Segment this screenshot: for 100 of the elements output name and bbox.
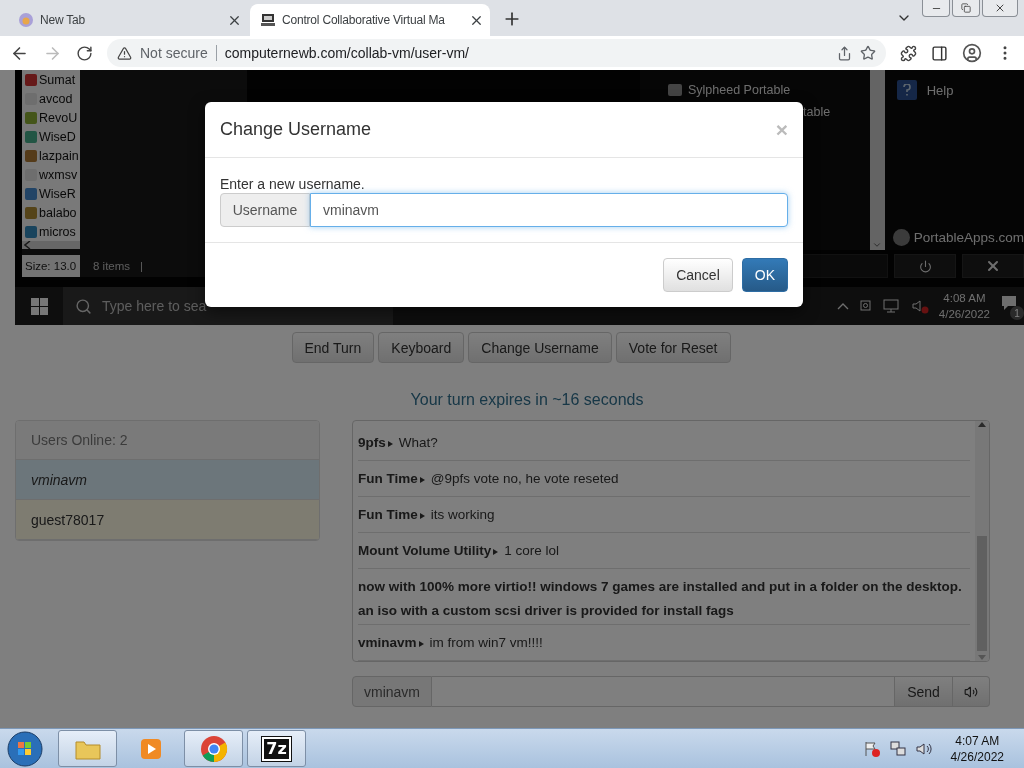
file-name[interactable]: avcod — [39, 91, 73, 106]
vertical-scrollbar[interactable] — [870, 70, 885, 250]
send-button[interactable]: Send — [894, 676, 953, 707]
muted-speaker-icon[interactable] — [910, 298, 929, 314]
taskbar-button[interactable]: 7z — [247, 730, 306, 767]
file-name[interactable]: lazpain — [39, 148, 79, 163]
sound-button[interactable] — [953, 676, 990, 707]
status-items: 8 items — [93, 260, 131, 272]
dialog-button[interactable]: Cancel — [663, 258, 733, 292]
chat-username: 9pfs — [358, 435, 386, 450]
close-icon — [985, 258, 1001, 274]
chat-message: its working — [430, 507, 495, 522]
file-name[interactable]: wxmsv — [39, 167, 78, 182]
power-icon — [918, 259, 932, 273]
share-icon[interactable] — [837, 45, 852, 61]
file-name[interactable]: micros — [39, 224, 76, 239]
flag-icon[interactable] — [862, 739, 881, 758]
close-icon — [994, 2, 1006, 14]
restore-button[interactable] — [952, 0, 980, 17]
users-online-header: Users Online: 2 — [16, 421, 319, 460]
portableapps-brand: PortableApps.com — [913, 230, 1024, 245]
reload-icon[interactable] — [76, 44, 93, 62]
triangle-icon — [419, 477, 425, 483]
bookmark-star-icon[interactable] — [860, 45, 876, 61]
profile-icon[interactable] — [962, 43, 982, 63]
app-name[interactable]: Sylpheed Portable — [688, 82, 791, 97]
chrome-icon — [199, 734, 228, 763]
file-name[interactable]: Sumat — [39, 72, 76, 87]
file-icon — [25, 73, 37, 86]
dialog-button[interactable]: OK — [741, 258, 788, 292]
triangle-icon — [387, 441, 393, 447]
play-icon — [138, 736, 163, 761]
file-name[interactable]: balabo — [39, 205, 77, 220]
dialog-prompt: Enter a new username. — [220, 176, 366, 193]
control-button[interactable]: Vote for Reset — [615, 332, 731, 363]
file-icon — [25, 149, 37, 162]
chat-username: Mount Volume Utility — [358, 543, 492, 558]
chat-notice: now with 100% more virtio!! windows 7 games are installed and put in a folder on the desktop. an iso with a custom scsi driver is provided for install fags — [358, 578, 963, 620]
chat-message: im from win7 vm!!!! — [429, 635, 543, 650]
security-label[interactable]: Not secure — [140, 45, 208, 61]
chat-username: vminavm — [358, 635, 417, 650]
turn-timer-text: Your turn expires in ~16 seconds — [410, 391, 644, 409]
chat-input[interactable] — [432, 676, 894, 707]
username-addon: Username — [220, 193, 310, 227]
file-icon — [25, 206, 37, 219]
chevron-up-icon[interactable] — [836, 302, 849, 310]
chat-scrollbar[interactable] — [975, 421, 989, 661]
computer-icon — [260, 12, 276, 28]
chat-username-label: vminavm — [352, 676, 432, 707]
camera-icon[interactable] — [858, 298, 873, 314]
file-name[interactable]: WiseR — [39, 186, 76, 201]
file-name[interactable]: WiseD — [39, 129, 76, 144]
chat-username: Fun Time — [358, 507, 418, 522]
file-icon — [25, 187, 37, 200]
clock-time[interactable]: 4:07 AM — [955, 732, 1000, 749]
dialog-title: Change Username — [220, 119, 372, 140]
windows-logo-icon[interactable] — [30, 297, 48, 315]
file-name[interactable]: RevoU — [39, 110, 78, 125]
close-button[interactable] — [962, 254, 1024, 278]
taskbar-button[interactable] — [184, 730, 243, 767]
side-panel-icon[interactable] — [931, 44, 948, 62]
help-link[interactable]: Help — [926, 82, 954, 98]
tab-favicon-icon — [18, 12, 34, 28]
close-button[interactable] — [982, 0, 1018, 17]
start-orb-icon[interactable] — [6, 729, 44, 768]
chat-message: What? — [398, 435, 438, 450]
url-text: computernewb.com/collab-vm/user-vm/ — [224, 45, 470, 61]
clock-date[interactable]: 4/26/2022 — [938, 306, 990, 322]
user-row[interactable]: vminavm — [16, 460, 319, 500]
triangle-icon — [419, 513, 425, 519]
horizontal-scrollbar[interactable] — [22, 241, 80, 249]
browser-tab[interactable]: Control Collaborative Virtual Ma — [250, 4, 490, 36]
control-button[interactable]: End Turn — [291, 332, 375, 363]
address-bar[interactable]: Not secure computernewb.com/collab-vm/user-vm/ — [107, 39, 886, 67]
file-icon — [25, 225, 37, 238]
username-field[interactable]: vminavm — [310, 193, 788, 227]
warning-icon — [117, 45, 132, 61]
chat-message: @9pfs vote no, he vote reseted — [430, 471, 619, 486]
restore-icon — [961, 3, 971, 13]
browser-tab[interactable]: New Tab — [8, 4, 248, 36]
clock-time[interactable]: 4:08 AM — [943, 290, 986, 306]
app-name[interactable]: table — [803, 104, 831, 119]
search-icon — [75, 297, 92, 315]
clock-date[interactable]: 4/26/2022 — [950, 748, 1004, 765]
control-button[interactable]: Change Username — [468, 332, 612, 363]
extensions-icon[interactable] — [900, 44, 917, 62]
scroll-down-icon[interactable] — [872, 240, 883, 250]
triangle-icon — [418, 641, 424, 647]
scroll-left-icon[interactable] — [24, 241, 31, 249]
triangle-icon — [493, 549, 499, 555]
control-button[interactable]: Keyboard — [378, 332, 465, 363]
7z-icon: 7z — [262, 736, 291, 761]
notification-count: 1 — [1010, 306, 1024, 320]
minimize-button[interactable] — [922, 0, 950, 17]
scroll-up-icon[interactable] — [978, 421, 986, 427]
taskbar-button[interactable] — [58, 730, 117, 767]
speaker-icon — [964, 684, 978, 699]
user-row[interactable]: guest78017 — [16, 500, 319, 540]
app-icon — [668, 83, 682, 96]
help-icon — [896, 80, 917, 100]
